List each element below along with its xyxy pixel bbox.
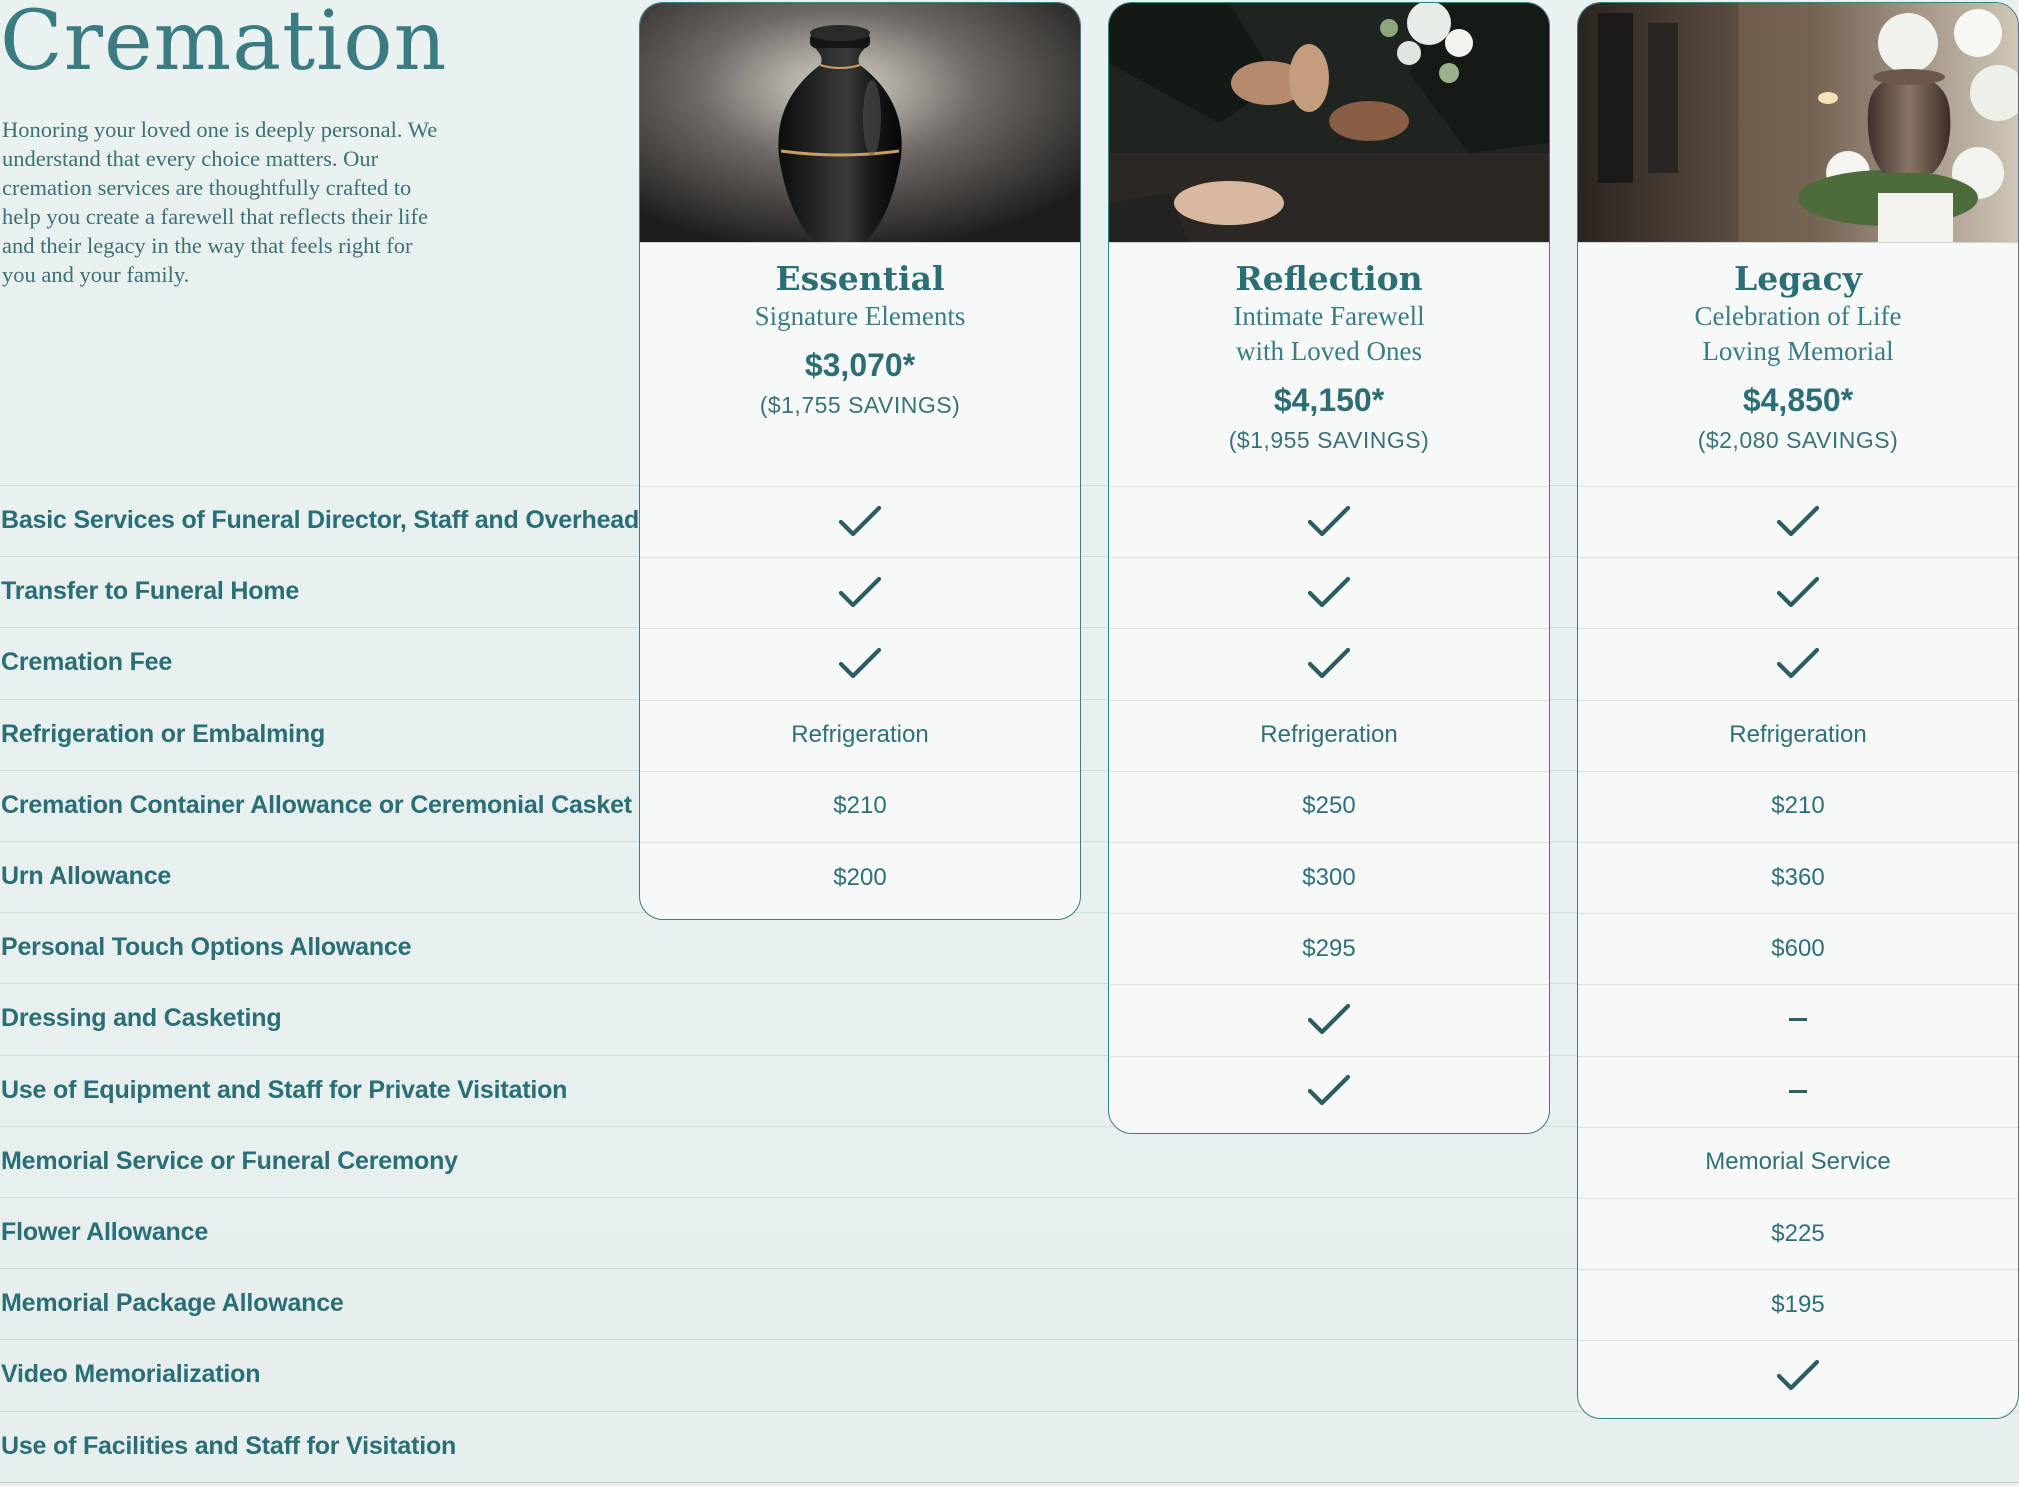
cell-divider — [1109, 628, 1549, 630]
cell-divider — [1578, 842, 2018, 843]
feature-label: Dressing and Casketing — [1, 1004, 282, 1033]
cell-divider — [1109, 699, 1549, 701]
feature-label: Use of Facilities and Staff for Visitati… — [1, 1431, 457, 1460]
package-savings: ($2,080 SAVINGS) — [1697, 427, 1899, 453]
cell-divider — [1578, 486, 2018, 487]
feature-label: Memorial Service or Funeral Ceremony — [1, 1146, 458, 1175]
checkmark-icon — [1578, 557, 2018, 628]
cell-divider — [1109, 1055, 1549, 1057]
hands-on-casket-photo — [1109, 3, 1549, 243]
feature-label: Use of Equipment and Staff for Private V… — [1, 1075, 568, 1104]
package-header: Legacy Celebration of Life Loving Memorial… — [1578, 243, 2018, 489]
feature-label: Transfer to Funeral Home — [1, 577, 300, 606]
checkmark-icon — [1578, 486, 2018, 557]
checkmark-icon — [1578, 628, 2018, 699]
package-name: Legacy — [1734, 259, 1862, 298]
feature-label: Refrigeration or Embalming — [1, 719, 326, 748]
feature-value: $225 — [1771, 1219, 1825, 1247]
feature-label: Urn Allowance — [1, 862, 172, 890]
checkmark-icon — [1109, 486, 1549, 557]
cell-divider — [1109, 913, 1549, 915]
cell-divider — [1578, 628, 2018, 630]
feature-label: Personal Touch Options Allowance — [1, 933, 412, 962]
checkmark-icon — [640, 628, 1080, 699]
cell-divider — [1578, 913, 2018, 915]
feature-label: Flower Allowance — [1, 1218, 209, 1246]
feature-value: $360 — [1771, 863, 1825, 891]
cell-divider — [1578, 1269, 2018, 1271]
feature-label: Video Memorialization — [1, 1360, 261, 1389]
urn-with-flowers-photo — [1578, 3, 2018, 243]
feature-value: Refrigeration — [1729, 721, 1867, 749]
dash-icon — [1578, 984, 2018, 1055]
cell-divider — [1578, 1126, 2018, 1128]
package-name: Essential — [775, 259, 945, 298]
package-subtitle: Signature Elements — [754, 301, 966, 331]
package-header: Reflection Intimate Farewell with Loved On… — [1109, 243, 1549, 489]
row-divider — [0, 1481, 2019, 1483]
cell-divider — [1578, 699, 2018, 701]
checkmark-icon — [640, 557, 1080, 628]
checkmark-icon — [1109, 984, 1549, 1055]
package-savings: ($1,955 SAVINGS) — [1228, 427, 1430, 453]
feature-label: Memorial Package Allowance — [1, 1289, 344, 1318]
package-subtitle: with Loved Ones — [1236, 336, 1422, 366]
package-savings: ($1,755 SAVINGS) — [759, 392, 961, 418]
package-card-legacy: Legacy Celebration of Life Loving Memorial… — [1577, 2, 2019, 1419]
cell-divider — [640, 486, 1080, 487]
page-title: Cremation — [0, 0, 448, 89]
package-header: Essential Signature Elements $3,070* ($1,75… — [640, 243, 1080, 489]
package-subtitle: Celebration of Life — [1694, 301, 1902, 331]
cell-divider — [640, 770, 1080, 772]
feature-value: Refrigeration — [1260, 721, 1398, 749]
feature-value: $210 — [1771, 792, 1825, 820]
feature-value: $250 — [1302, 792, 1356, 820]
package-subtitle: Intimate Farewell — [1233, 301, 1425, 331]
checkmark-icon — [640, 486, 1080, 557]
checkmark-icon — [1109, 557, 1549, 628]
package-price: $4,850* — [1742, 382, 1854, 418]
feature-value: Refrigeration — [791, 721, 929, 749]
cell-divider — [640, 699, 1080, 701]
cell-divider — [1109, 770, 1549, 772]
cell-divider — [1578, 1055, 2018, 1057]
intro-paragraph: Honoring your loved one is deeply person… — [2, 117, 438, 287]
checkmark-icon — [1109, 1056, 1549, 1127]
cell-divider — [1109, 984, 1549, 986]
dash-icon — [1578, 1056, 2018, 1127]
feature-value: $600 — [1771, 934, 1825, 962]
cell-divider — [1578, 557, 2018, 559]
feature-value: $295 — [1302, 934, 1356, 962]
feature-value: $300 — [1302, 863, 1356, 891]
cell-divider — [1109, 842, 1549, 843]
feature-value: $200 — [833, 863, 887, 891]
checkmark-icon — [1578, 1340, 2018, 1411]
feature-label: Cremation Container Allowance or Ceremon… — [1, 790, 632, 819]
cell-divider — [1578, 1340, 2018, 1342]
cell-divider — [1578, 1198, 2018, 1199]
cell-divider — [1109, 486, 1549, 487]
cell-divider — [1578, 770, 2018, 772]
cell-divider — [640, 628, 1080, 630]
package-card-essential: Essential Signature Elements $3,070* ($1,75… — [639, 2, 1081, 921]
package-price: $4,150* — [1273, 382, 1385, 418]
package-subtitle: Loving Memorial — [1702, 336, 1894, 366]
feature-value: $210 — [833, 792, 887, 820]
feature-value: Memorial Service — [1705, 1148, 1891, 1176]
package-name: Reflection — [1235, 259, 1423, 298]
feature-label: Cremation Fee — [1, 648, 173, 677]
checkmark-icon — [1109, 628, 1549, 699]
cell-divider — [1109, 557, 1549, 559]
package-price: $3,070* — [804, 347, 916, 383]
cell-divider — [640, 842, 1080, 843]
cell-divider — [640, 557, 1080, 559]
cell-divider — [1578, 984, 2018, 986]
feature-label: Basic Services of Funeral Director, Staf… — [1, 506, 640, 534]
package-card-reflection: Reflection Intimate Farewell with Loved On… — [1108, 2, 1550, 1134]
black-urn-photo — [640, 3, 1080, 243]
feature-value: $195 — [1771, 1290, 1825, 1318]
